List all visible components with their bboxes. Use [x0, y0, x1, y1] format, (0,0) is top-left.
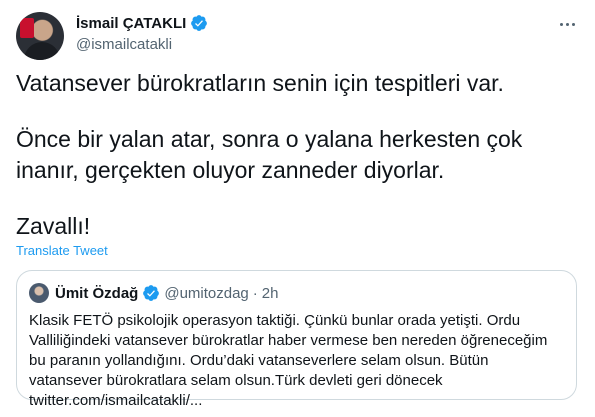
author-name-row: İsmail ÇATAKLI: [76, 14, 208, 32]
tweet-paragraph: Vatansever bürokratların senin için tesp…: [16, 70, 504, 96]
tweet-text: Vatansever bürokratların senin için tesp…: [16, 68, 579, 242]
quoted-author-handle: @umitozdag: [164, 284, 249, 302]
translate-tweet-link[interactable]: Translate Tweet: [16, 243, 108, 258]
author-name[interactable]: İsmail ÇATAKLI: [76, 15, 186, 32]
separator-dot: ·: [252, 284, 258, 302]
verified-badge-icon: [191, 15, 208, 31]
tweet-header: İsmail ÇATAKLI @ismailcatakli: [16, 12, 579, 60]
flag-icon: [20, 18, 34, 38]
quoted-tweet-text: Klasik FETÖ psikolojik operasyon taktiği…: [29, 312, 548, 409]
quoted-author-name: Ümit Özdağ: [55, 284, 139, 302]
quoted-tweet-time: 2h: [261, 284, 279, 302]
quoted-author-avatar[interactable]: [29, 283, 49, 303]
profile-photo-icon: [24, 42, 60, 60]
quoted-tweet-header: Ümit Özdağ @umitozdag · 2h: [29, 283, 278, 303]
tweet-paragraph: Önce bir yalan atar, sonra o yalana herk…: [16, 126, 523, 183]
tweet-paragraph: Zavallı!: [16, 213, 91, 239]
author-handle[interactable]: @ismailcatakli: [76, 36, 172, 53]
author-avatar[interactable]: [16, 12, 64, 60]
more-options-icon[interactable]: [557, 14, 577, 34]
verified-badge-icon: [143, 285, 160, 301]
quoted-tweet[interactable]: Ümit Özdağ @umitozdag · 2h Klasik FETÖ p…: [16, 270, 577, 409]
